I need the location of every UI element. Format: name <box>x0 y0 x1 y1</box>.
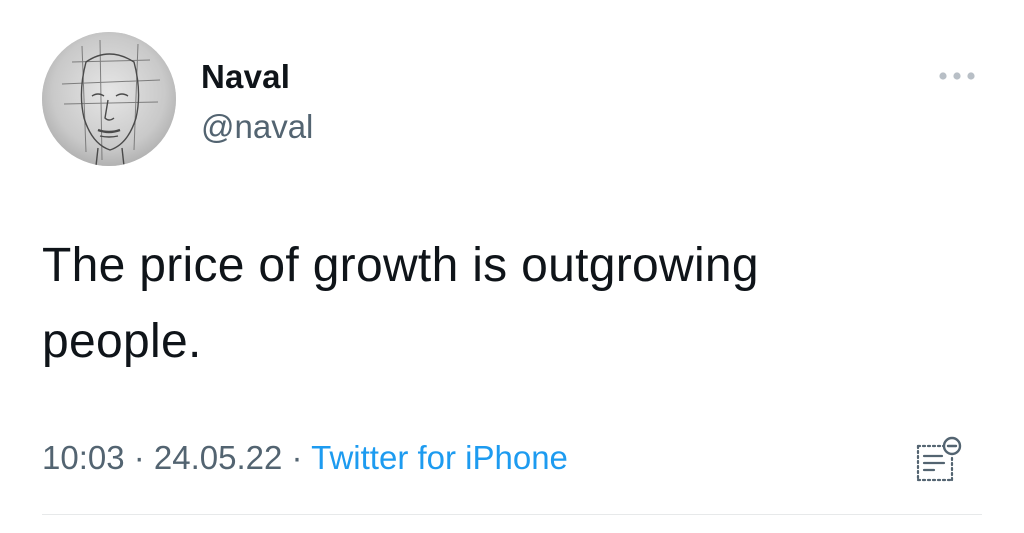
tweet-text: The price of growth is outgrowing people… <box>42 228 942 380</box>
pencil-sketch-face-icon <box>42 32 176 166</box>
author-display-name[interactable]: Naval <box>201 58 290 96</box>
analytics-icon <box>916 436 962 482</box>
meta-separator: · <box>282 439 312 476</box>
tweet-source-link[interactable]: Twitter for iPhone <box>311 439 568 476</box>
tweet-meta: 10:03 · 24.05.22 · Twitter for iPhone <box>42 436 568 480</box>
tweet-detail: Naval @naval The price of growth is outg… <box>0 0 1024 533</box>
more-horizontal-icon <box>939 72 975 80</box>
divider <box>42 514 982 515</box>
author-handle[interactable]: @naval <box>201 108 313 146</box>
tweet-date[interactable]: 24.05.22 <box>154 439 282 476</box>
avatar[interactable] <box>42 32 176 166</box>
meta-separator: · <box>124 439 154 476</box>
tweet-text-line: The price of growth is outgrowing <box>42 239 759 292</box>
tweet-time[interactable]: 10:03 <box>42 439 125 476</box>
more-options-button[interactable] <box>932 62 982 90</box>
view-analytics-button[interactable] <box>908 434 964 484</box>
tweet-text-line: people. <box>42 315 202 368</box>
